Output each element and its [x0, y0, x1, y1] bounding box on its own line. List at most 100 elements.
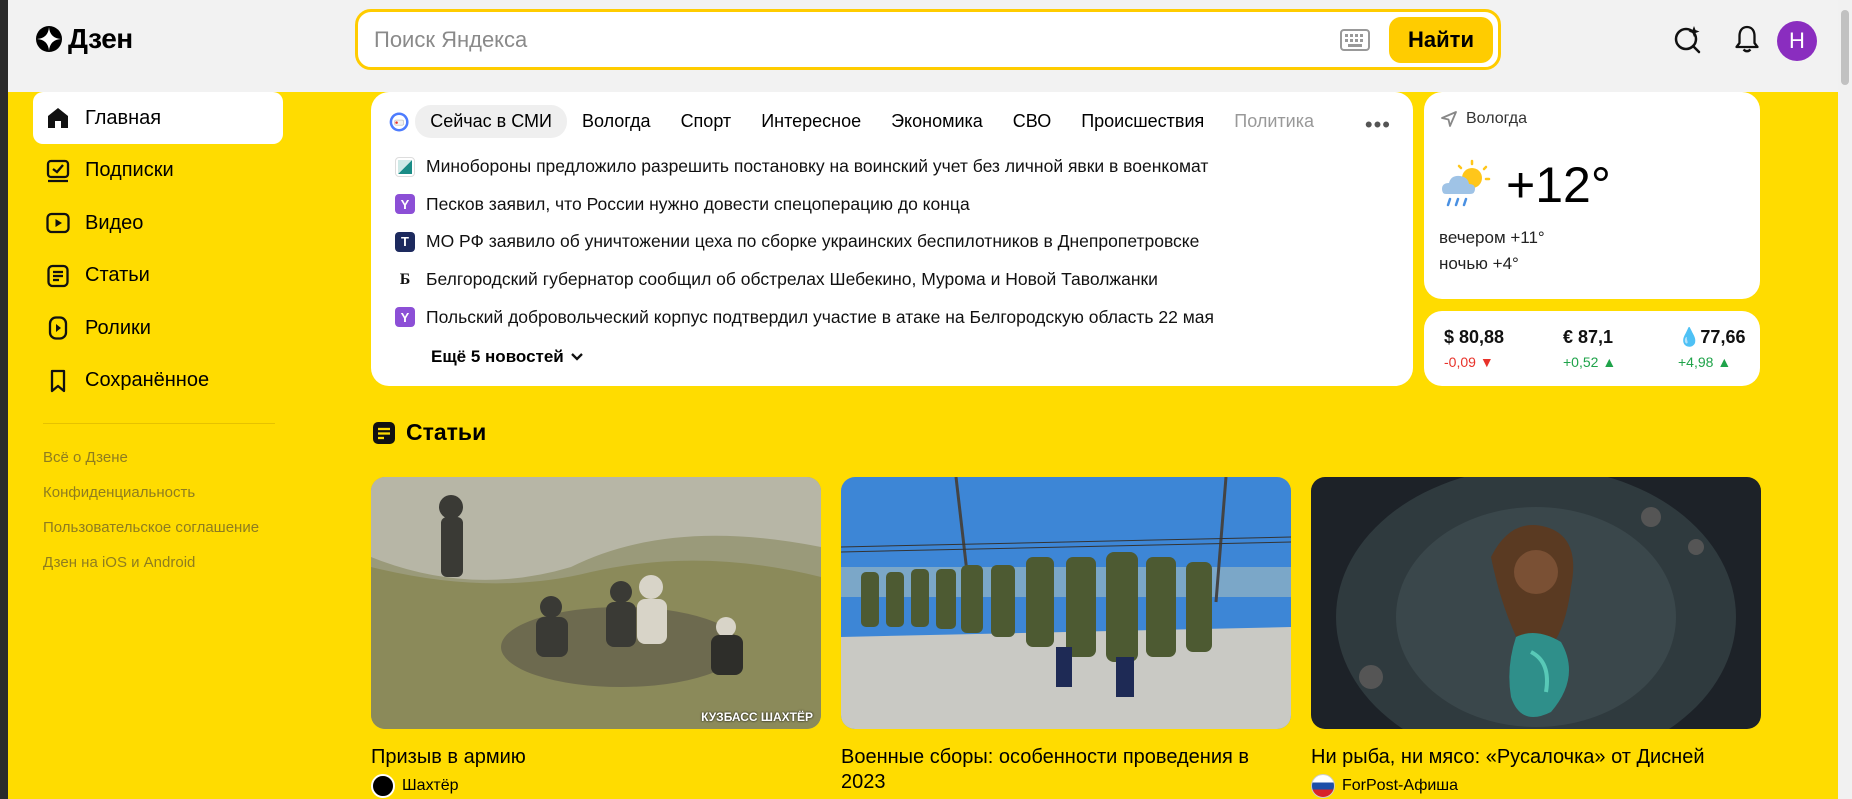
- sidebar: Главная Подписки Видео Статьи Ролики Сох…: [33, 92, 283, 580]
- scrollbar[interactable]: [1838, 0, 1852, 799]
- ai-search-icon[interactable]: [1672, 24, 1702, 54]
- user-avatar[interactable]: Н: [1777, 21, 1817, 61]
- footer-link-about[interactable]: Всё о Дзене: [33, 440, 283, 475]
- keyboard-icon[interactable]: [1340, 29, 1370, 51]
- news-item[interactable]: Б Белгородский губернатор сообщил об обс…: [395, 261, 1214, 299]
- tab-svo[interactable]: СВО: [998, 105, 1066, 138]
- news-headline: Минобороны предложило разрешить постанов…: [426, 156, 1209, 177]
- more-options-icon[interactable]: •••: [1365, 112, 1391, 138]
- sidebar-item-label: Главная: [85, 106, 162, 129]
- source-name: Шахтёр: [402, 777, 459, 794]
- sidebar-item-label: Статьи: [85, 264, 150, 286]
- currency-eur: € 87,1 +0,52 ▲: [1563, 327, 1616, 370]
- article-source[interactable]: Шахтёр: [371, 774, 821, 798]
- article-card[interactable]: Ни рыба, ни мясо: «Русалочка» от Дисней …: [1311, 477, 1761, 798]
- clips-icon: [48, 316, 68, 340]
- currency-widget[interactable]: $ 80,88 -0,09 ▼ € 87,1 +0,52 ▲ 💧77,66 +4…: [1424, 311, 1760, 386]
- location-arrow-icon: [1441, 111, 1457, 127]
- video-icon: [46, 212, 70, 234]
- source-avatar: [371, 774, 395, 798]
- section-title-label: Статьи: [406, 419, 487, 445]
- image-watermark: КУЗБАСС ШАХТЁР: [701, 710, 813, 724]
- article-title[interactable]: Призыв в армию: [371, 745, 821, 770]
- oil-value: 💧77,66: [1678, 327, 1746, 347]
- weather-city-label: Вологда: [1466, 110, 1527, 127]
- sidebar-item-label: Ролики: [85, 316, 151, 339]
- source-icon: Y: [395, 307, 415, 328]
- news-headline: Песков заявил, что России нужно довести …: [426, 193, 970, 214]
- sidebar-item-saved[interactable]: Сохранённое: [33, 355, 283, 407]
- news-headline: МО РФ заявило об уничтожении цеха по сбо…: [426, 231, 1200, 252]
- currency-oil: 💧77,66 +4,98 ▲: [1678, 327, 1745, 370]
- search-box: Найти: [355, 9, 1501, 70]
- eur-value: € 87,1: [1563, 327, 1614, 347]
- chevron-down-icon: [570, 353, 583, 361]
- article-source[interactable]: ForPost-Афиша: [1311, 774, 1761, 798]
- article-thumbnail[interactable]: [1311, 477, 1761, 729]
- weather-night: ночью +4°: [1439, 254, 1519, 273]
- news-item[interactable]: Y Польский добровольческий корпус подтве…: [395, 298, 1214, 336]
- weather-city: Вологда: [1440, 110, 1527, 128]
- sidebar-item-clips[interactable]: Ролики: [33, 302, 283, 354]
- eur-change: +0,52 ▲: [1563, 354, 1617, 370]
- articles-icon: [373, 421, 395, 444]
- partly-cloudy-rain-icon: [1442, 159, 1491, 207]
- article-card[interactable]: Военные сборы: особенности проведения в …: [841, 477, 1291, 795]
- weather-widget[interactable]: Вологда +12° вечером +11° ночью +4°: [1424, 92, 1760, 299]
- article-title[interactable]: Военные сборы: особенности проведения в …: [841, 745, 1291, 795]
- sidebar-item-video[interactable]: Видео: [33, 197, 283, 249]
- article-thumbnail[interactable]: КУЗБАСС ШАХТЁР: [371, 477, 821, 729]
- news-item[interactable]: Минобороны предложило разрешить постанов…: [395, 148, 1214, 186]
- tab-economy[interactable]: Экономика: [876, 105, 998, 138]
- news-headline: Белгородский губернатор сообщил об обстр…: [426, 269, 1158, 290]
- news-item[interactable]: Y Песков заявил, что России нужно довест…: [395, 186, 1214, 224]
- footer-link-terms[interactable]: Пользовательское соглашение: [33, 510, 283, 545]
- news-list: Минобороны предложило разрешить постанов…: [395, 148, 1214, 336]
- oil-drop-icon: 💧: [1678, 327, 1701, 347]
- tab-sport[interactable]: Спорт: [666, 105, 747, 138]
- search-input[interactable]: [374, 26, 1324, 54]
- sidebar-item-label: Подписки: [85, 159, 174, 181]
- article-thumbnail[interactable]: [841, 477, 1291, 729]
- more-news-button[interactable]: Ещё 5 новостей: [431, 347, 584, 367]
- window-edge: [0, 0, 8, 799]
- tab-interesting[interactable]: Интересное: [746, 105, 876, 138]
- tab-now-in-media[interactable]: Сейчас в СМИ: [415, 105, 567, 138]
- sidebar-item-subscriptions[interactable]: Подписки: [33, 145, 283, 197]
- oil-change: +4,98 ▲: [1678, 354, 1732, 370]
- news-widget: Сейчас в СМИ Вологда Спорт Интересное Эк…: [371, 92, 1413, 386]
- sidebar-item-home[interactable]: Главная: [33, 92, 283, 144]
- news-tabs: Сейчас в СМИ Вологда Спорт Интересное Эк…: [389, 105, 1329, 138]
- article-title[interactable]: Ни рыба, ни мясо: «Русалочка» от Дисней: [1311, 745, 1761, 770]
- sidebar-divider: [43, 422, 275, 424]
- up-arrow-icon: ▲: [1717, 354, 1732, 370]
- more-news-label: Ещё 5 новостей: [431, 347, 564, 366]
- tab-vologda[interactable]: Вологда: [567, 105, 666, 138]
- source-icon: T: [395, 231, 415, 252]
- notifications-bell-icon[interactable]: [1732, 24, 1762, 54]
- source-name: ForPost-Афиша: [1342, 777, 1459, 794]
- search-button[interactable]: Найти: [1389, 17, 1493, 63]
- dzen-logo-icon: [36, 26, 62, 52]
- footer-link-privacy[interactable]: Конфиденциальность: [33, 475, 283, 510]
- source-avatar: [1311, 774, 1335, 798]
- dzen-logo[interactable]: Дзен: [36, 23, 133, 55]
- currency-usd: $ 80,88 -0,09 ▼: [1444, 327, 1504, 370]
- tab-incidents[interactable]: Происшествия: [1066, 105, 1219, 138]
- home-icon: [48, 108, 68, 128]
- sidebar-item-articles[interactable]: Статьи: [33, 250, 283, 302]
- source-icon: Y: [395, 194, 415, 215]
- sidebar-item-label: Видео: [85, 211, 144, 234]
- news-item[interactable]: T МО РФ заявило об уничтожении цеха по с…: [395, 223, 1214, 261]
- logo-text: Дзен: [68, 23, 133, 54]
- down-arrow-icon: ▼: [1479, 354, 1494, 370]
- usd-change: -0,09 ▼: [1444, 354, 1494, 370]
- bookmark-icon: [50, 369, 66, 392]
- up-arrow-icon: ▲: [1602, 354, 1617, 370]
- articles-section-title[interactable]: Статьи: [372, 419, 486, 446]
- article-card[interactable]: КУЗБАСС ШАХТЁР Призыв в армию Шахтёр: [371, 477, 821, 798]
- footer-link-apps[interactable]: Дзен на iOS и Android: [33, 545, 283, 580]
- tab-politics[interactable]: Политика: [1219, 105, 1329, 138]
- sidebar-item-label: Сохранённое: [85, 369, 210, 391]
- scrollbar-thumb[interactable]: [1841, 10, 1849, 85]
